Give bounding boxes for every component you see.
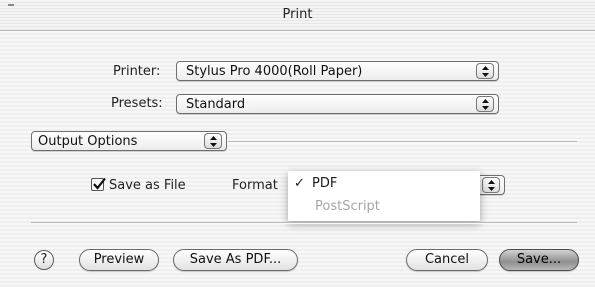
panel-value: Output Options [38, 134, 138, 149]
up-down-arrows-icon [476, 96, 494, 112]
checkmark-icon: ✓ [294, 176, 305, 191]
help-button[interactable]: ? [34, 250, 54, 270]
up-down-arrows-icon [482, 177, 500, 193]
save-button[interactable]: Save... [499, 249, 579, 271]
title-bar[interactable]: Print [0, 0, 595, 31]
up-down-arrows-icon [476, 63, 494, 79]
print-dialog: Print Printer: Stylus Pro 4000(Roll Pape… [0, 0, 595, 287]
format-menu: ✓ PDF PostScript [288, 171, 480, 221]
presets-label: Presets: [111, 96, 163, 111]
save-as-file-label: Save as File [109, 178, 186, 193]
format-option-postscript[interactable]: PostScript [315, 199, 380, 214]
save-as-file-checkbox[interactable] [91, 177, 106, 191]
panel-popup[interactable]: Output Options [31, 131, 227, 151]
printer-label: Printer: [113, 64, 161, 79]
format-label: Format [232, 178, 278, 193]
window-title: Print [282, 7, 313, 22]
cancel-button[interactable]: Cancel [406, 249, 488, 271]
save-as-pdf-button[interactable]: Save As PDF... [173, 249, 298, 271]
checkmark-icon [93, 177, 106, 190]
presets-popup[interactable]: Standard [176, 94, 499, 114]
format-option-pdf[interactable]: ✓ PDF [294, 176, 337, 191]
bottom-separator [31, 222, 577, 224]
panel-separator [228, 141, 577, 143]
printer-value: Stylus Pro 4000(Roll Paper) [186, 64, 363, 79]
presets-value: Standard [186, 97, 246, 112]
up-down-arrows-icon [204, 133, 222, 149]
printer-popup[interactable]: Stylus Pro 4000(Roll Paper) [176, 61, 499, 81]
preview-button[interactable]: Preview [79, 249, 159, 271]
